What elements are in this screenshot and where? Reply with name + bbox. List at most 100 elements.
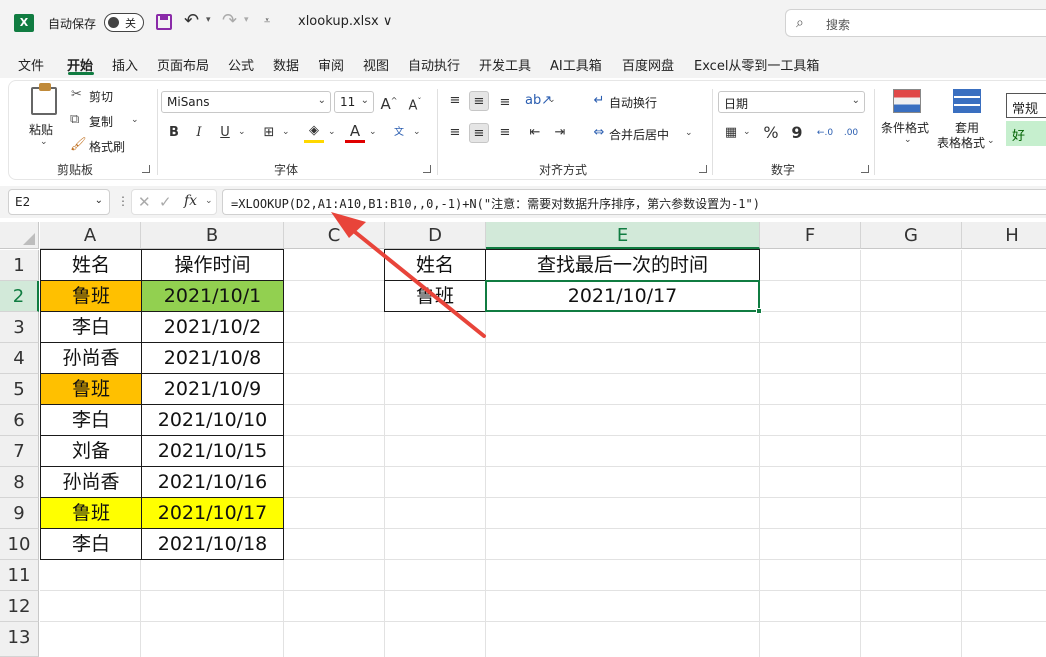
undo-dropdown-icon[interactable]: ▾ [206,15,211,25]
column-header-d[interactable]: D [385,222,486,249]
cell-a7[interactable]: 刘备 [40,435,142,467]
tab-view[interactable]: 视图 [363,55,389,74]
cut-icon[interactable]: ✂ [71,87,82,102]
cell-a4[interactable]: 孙尚香 [40,342,142,374]
underline-dropdown-icon[interactable]: ⌄ [238,127,246,137]
tab-baidu-netdisk[interactable]: 百度网盘 [622,55,674,74]
cell-b7[interactable]: 2021/10/15 [141,435,284,467]
wrap-text-icon[interactable]: ↵ [589,91,609,111]
cell-a10[interactable]: 李白 [40,528,142,560]
tab-data[interactable]: 数据 [273,55,299,74]
redo-dropdown-icon[interactable]: ▾ [244,15,249,25]
row-header-13[interactable]: 13 [0,622,39,657]
undo-icon[interactable]: ↶ [184,10,199,31]
select-all-corner[interactable] [0,222,39,249]
font-color-dropdown-icon[interactable]: ⌄ [369,127,377,137]
grow-font-icon[interactable]: A^ [379,91,399,113]
insert-function-icon[interactable]: fx [184,193,197,209]
tab-automate[interactable]: 自动执行 [408,55,460,74]
borders-dropdown-icon[interactable]: ⌄ [282,127,290,137]
tab-file[interactable]: 文件 [18,55,44,74]
conditional-formatting-button[interactable]: 条件格式 [881,119,929,136]
align-top-icon[interactable]: ≡ [445,91,465,111]
format-table-dropdown-icon[interactable]: ⌄ [987,136,995,146]
row-header-11[interactable]: 11 [0,560,39,591]
cell-b1[interactable]: 操作时间 [141,249,284,281]
column-header-c[interactable]: C [284,222,385,249]
fill-color-icon[interactable]: ◈ [304,121,324,143]
conditional-formatting-icon[interactable] [893,89,921,113]
tab-developer[interactable]: 开发工具 [479,55,531,74]
increase-indent-icon[interactable]: ⇥ [550,123,570,143]
column-header-e[interactable]: E [486,222,760,249]
currency-icon[interactable]: ▦ [721,123,741,143]
cell-b2[interactable]: 2021/10/1 [141,280,284,312]
orientation-icon[interactable]: ab↗ [525,91,552,111]
font-color-icon[interactable]: A [345,121,365,143]
format-as-table-icon[interactable] [953,89,981,113]
cell-d2[interactable]: 鲁班 [384,280,486,312]
cell-a8[interactable]: 孙尚香 [40,466,142,498]
row-header-4[interactable]: 4 [0,343,39,374]
row-header-9[interactable]: 9 [0,498,39,529]
cell-e2[interactable]: 2021/10/17 [485,280,760,312]
align-right-icon[interactable]: ≡ [495,123,515,143]
cell-a6[interactable]: 李白 [40,404,142,436]
column-header-g[interactable]: G [861,222,962,249]
search-input[interactable]: ⌕ 搜索 [785,9,1046,37]
redo-icon[interactable]: ↷ [222,10,237,31]
row-header-8[interactable]: 8 [0,467,39,498]
cell-a1[interactable]: 姓名 [40,249,142,281]
style-good[interactable]: 好 [1006,121,1046,146]
cut-button[interactable]: 剪切 [89,88,113,105]
column-header-a[interactable]: A [40,222,141,249]
increase-decimal-icon[interactable]: ←.0 [815,123,835,143]
row-header-1[interactable]: 1 [0,250,39,281]
cell-e1[interactable]: 查找最后一次的时间 [485,249,760,281]
more-options-icon[interactable]: ⋮ [117,194,129,208]
align-center-icon[interactable]: ≡ [469,123,489,143]
row-header-10[interactable]: 10 [0,529,39,560]
italic-button[interactable]: I [189,123,209,143]
cell-b10[interactable]: 2021/10/18 [141,528,284,560]
format-painter-icon[interactable]: 🖌 [70,137,87,152]
font-launcher-icon[interactable] [423,165,431,173]
column-header-h[interactable]: H [962,222,1046,249]
align-left-icon[interactable]: ≡ [445,123,465,143]
format-painter-button[interactable]: 格式刷 [89,138,125,155]
format-as-table-button[interactable]: 表格格式 [937,134,985,151]
cell-b4[interactable]: 2021/10/8 [141,342,284,374]
copy-icon[interactable]: ⧉ [70,112,79,127]
style-normal[interactable]: 常规 [1006,93,1046,118]
merge-center-icon[interactable]: ⇔ [589,123,609,143]
formula-input[interactable]: =XLOOKUP(D2,A1:A10,B1:B10,,0,-1)+N("注意：需… [222,189,1046,215]
cell-a3[interactable]: 李白 [40,311,142,343]
clipboard-launcher-icon[interactable] [142,165,150,173]
cancel-icon[interactable]: ✕ [138,193,151,211]
row-header-6[interactable]: 6 [0,405,39,436]
tab-insert[interactable]: 插入 [112,55,138,74]
phonetic-guide-icon[interactable]: 文 [389,123,409,143]
borders-icon[interactable]: ⊞ [259,123,279,143]
cell-b9[interactable]: 2021/10/17 [141,497,284,529]
autosave-toggle[interactable]: 关 [104,13,144,32]
conditional-dropdown-icon[interactable]: ⌄ [904,135,912,145]
tab-ai-toolbox[interactable]: AI工具箱 [550,55,602,74]
fill-handle[interactable] [756,308,762,314]
row-header-12[interactable]: 12 [0,591,39,622]
paste-button[interactable]: 粘贴 [29,121,53,138]
column-header-b[interactable]: B [141,222,284,249]
number-format-select[interactable]: 日期 ⌄ [718,91,865,113]
decrease-decimal-icon[interactable]: .00 [841,123,861,143]
copy-dropdown-icon[interactable]: ⌄ [131,115,139,125]
name-box[interactable]: E2 ⌄ [8,189,110,215]
copy-button[interactable]: 复制 [89,113,113,130]
tab-page-layout[interactable]: 页面布局 [157,55,209,74]
row-header-7[interactable]: 7 [0,436,39,467]
currency-dropdown-icon[interactable]: ⌄ [743,127,751,137]
function-dropdown-icon[interactable]: ⌄ [205,196,213,206]
cell-b6[interactable]: 2021/10/10 [141,404,284,436]
bold-button[interactable]: B [164,123,184,143]
cell-b3[interactable]: 2021/10/2 [141,311,284,343]
cell-a2[interactable]: 鲁班 [40,280,142,312]
